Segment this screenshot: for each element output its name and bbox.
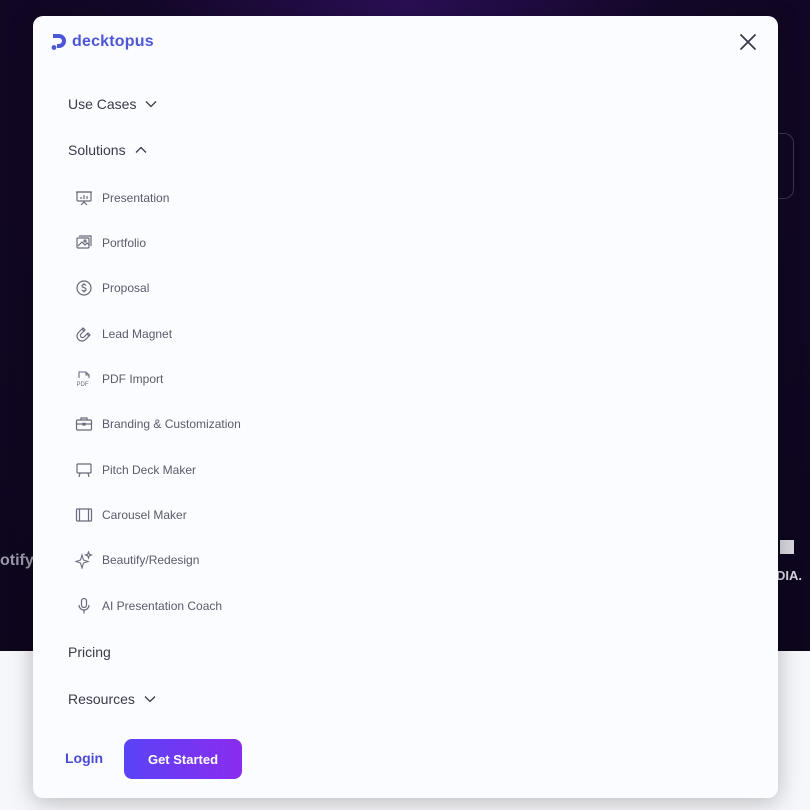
submenu-item-carousel-maker[interactable]: Carousel Maker — [75, 506, 187, 524]
image-gallery-icon — [76, 235, 92, 249]
submenu-item-label: Branding & Customization — [102, 417, 241, 431]
easel-icon — [76, 463, 92, 478]
submenu-item-branding[interactable]: Branding & Customization — [75, 415, 241, 433]
background-logo-mark — [780, 540, 794, 554]
briefcase-icon — [75, 417, 93, 431]
brand-logo[interactable]: decktopus — [51, 32, 154, 52]
nav-solutions[interactable]: Solutions — [68, 142, 147, 158]
submenu-item-label: PDF Import — [102, 372, 164, 386]
chevron-down-icon — [146, 101, 157, 108]
submenu-item-label: Beautify/Redesign — [102, 553, 200, 567]
get-started-button[interactable]: Get Started — [124, 739, 242, 779]
pdf-icon: PDF — [77, 371, 90, 388]
background-logo-right: DIA. — [776, 540, 810, 586]
carousel-icon — [75, 508, 93, 522]
brand-name: decktopus — [72, 33, 154, 50]
background-heading: ............... — [40, 796, 180, 810]
submenu-item-presentation[interactable]: Presentation — [75, 189, 169, 207]
submenu-item-portfolio[interactable]: Portfolio — [75, 234, 146, 252]
submenu-item-label: AI Presentation Coach — [102, 599, 223, 613]
submenu-item-pitch-deck-maker[interactable]: Pitch Deck Maker — [75, 461, 196, 479]
chevron-up-icon — [135, 146, 147, 153]
submenu-item-lead-magnet[interactable]: Lead Magnet — [75, 325, 172, 343]
sparkles-icon — [75, 551, 93, 569]
submenu-item-pdf-import[interactable]: PDF PDF Import — [75, 370, 163, 388]
nav-use-cases-label: Use Cases — [68, 96, 137, 112]
nav-pricing[interactable]: Pricing — [68, 644, 111, 660]
login-link[interactable]: Login — [65, 750, 103, 766]
submenu-item-label: Portfolio — [102, 236, 147, 250]
submenu-item-label: Pitch Deck Maker — [102, 463, 197, 477]
background-logo-left: otify — [0, 552, 34, 569]
magnet-icon — [76, 327, 91, 342]
close-icon[interactable] — [739, 33, 757, 51]
nav-pricing-label: Pricing — [68, 644, 111, 660]
decktopus-logo-icon — [51, 34, 66, 50]
submenu-item-proposal[interactable]: Proposal — [75, 279, 149, 297]
submenu-item-ai-presentation-coach[interactable]: AI Presentation Coach — [75, 597, 222, 615]
nav-resources-label: Resources — [68, 691, 135, 707]
submenu-item-label: Carousel Maker — [102, 508, 187, 522]
submenu-item-label: Presentation — [102, 191, 170, 205]
presentation-board-icon — [76, 191, 92, 206]
nav-resources[interactable]: Resources — [68, 691, 156, 707]
chevron-down-icon — [144, 696, 156, 703]
nav-solutions-label: Solutions — [68, 142, 126, 158]
submenu-item-label: Proposal — [102, 281, 150, 295]
submenu-item-beautify[interactable]: Beautify/Redesign — [75, 551, 199, 569]
dollar-circle-icon — [76, 280, 92, 296]
background-logo-right-text: DIA. — [776, 568, 802, 583]
microphone-icon — [78, 597, 90, 614]
svg-text:PDF: PDF — [77, 382, 89, 388]
nav-use-cases[interactable]: Use Cases — [68, 96, 157, 112]
submenu-item-label: Lead Magnet — [102, 327, 173, 341]
mobile-nav-menu: decktopus Use Cases Solutions Presentati… — [33, 16, 778, 798]
